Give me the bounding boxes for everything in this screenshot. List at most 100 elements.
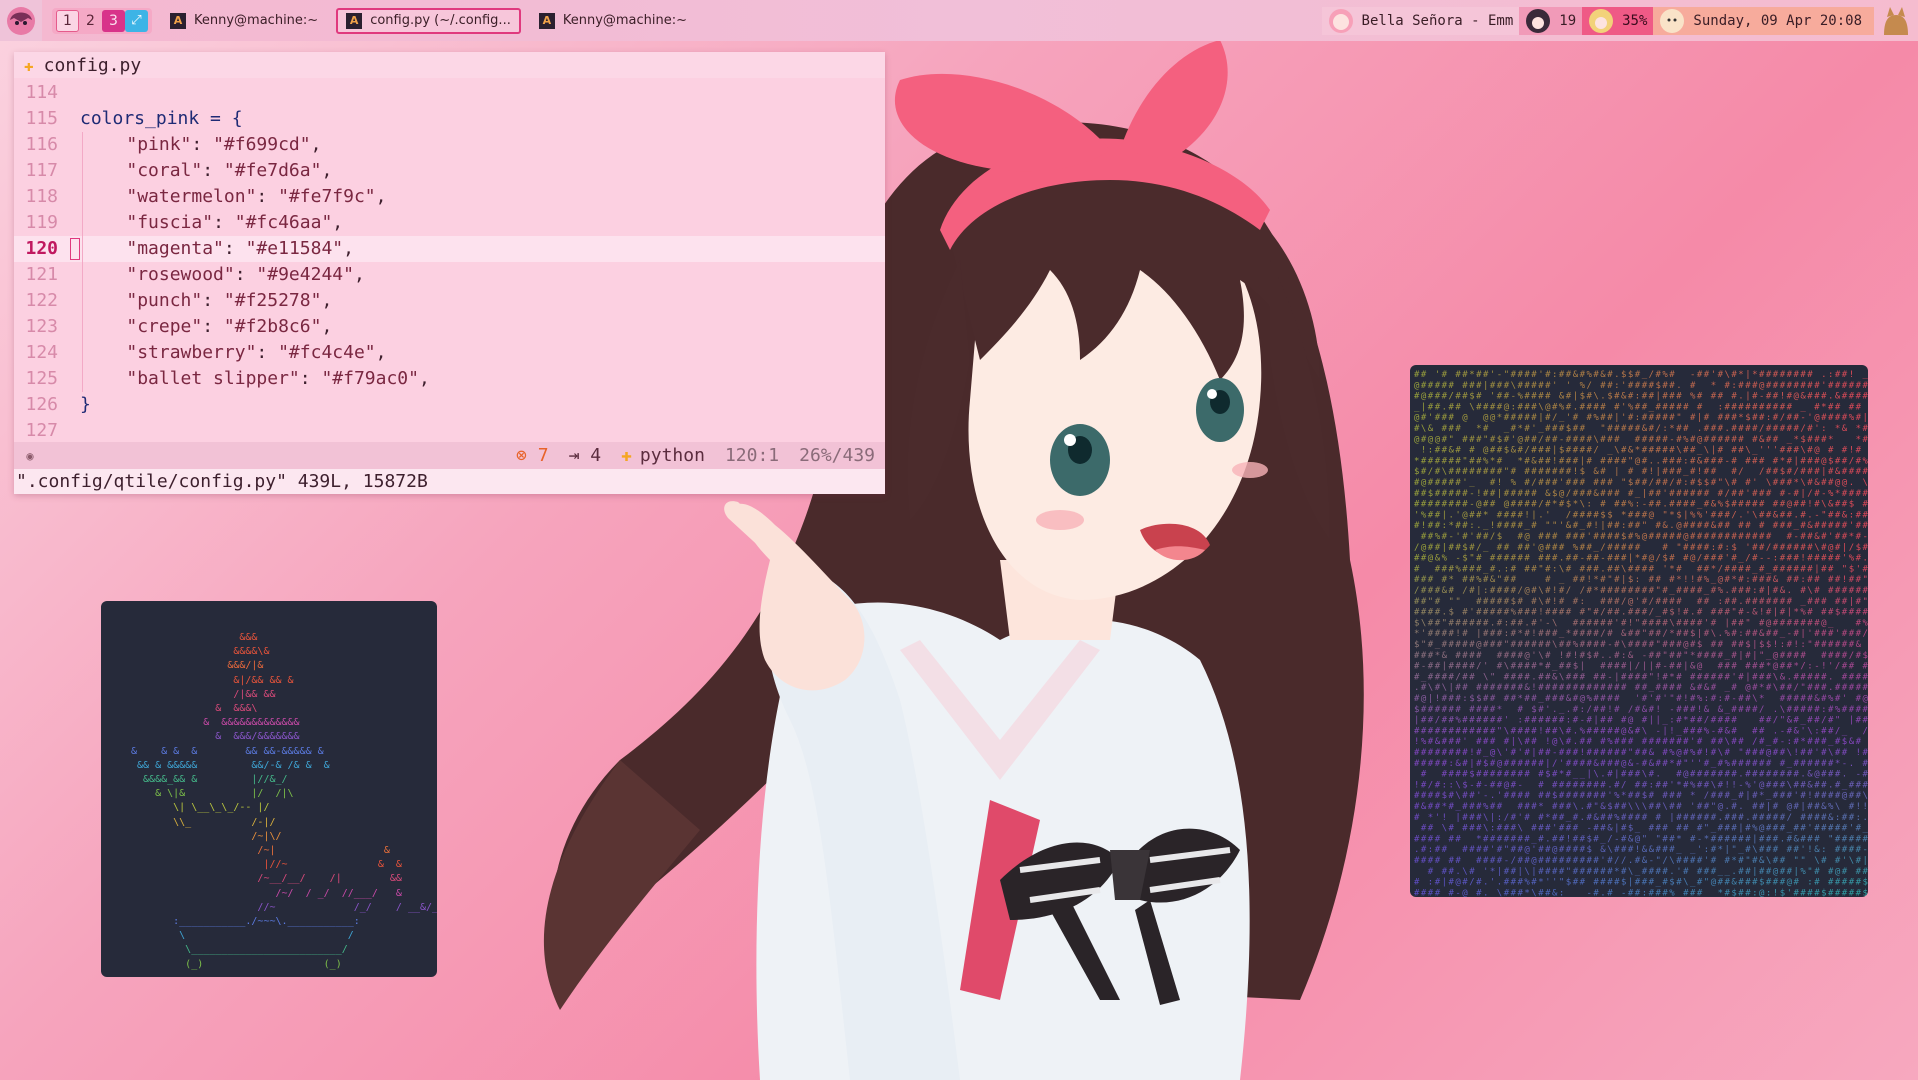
ascii-glyph: _ [1614, 888, 1620, 897]
ascii-glyph: ! [1593, 521, 1598, 531]
ascii-glyph: $ [1449, 608, 1454, 618]
ascii-glyph: | [1538, 413, 1543, 423]
ascii-glyph: # [1442, 500, 1448, 510]
ascii-glyph: # [1690, 640, 1696, 650]
ascii-glyph: # [1642, 608, 1648, 618]
ascii-glyph: \ [1511, 381, 1516, 391]
ascii-glyph: # [1614, 608, 1620, 618]
code-area[interactable]: 114 115 colors_pink = { 116 "pink": "#f6… [14, 78, 885, 444]
ascii-glyph: / [1600, 629, 1605, 639]
ascii-glyph: # [1649, 888, 1655, 897]
task-terminal-1[interactable]: A Kenny@machine:~ [162, 8, 326, 34]
ascii-glyph: # [1497, 651, 1503, 661]
ascii-glyph: # [1807, 759, 1813, 769]
editor-window[interactable]: ✚ config.py 114 115 colors_pink = { 116 … [14, 52, 885, 494]
ascii-glyph: ! [1414, 780, 1419, 790]
ascii-glyph: _ [1863, 370, 1869, 380]
ascii-glyph: / [1593, 446, 1598, 456]
ascii-line: &&& [131, 632, 258, 643]
ascii-glyph: # [1635, 370, 1641, 380]
ascii-glyph: # [1518, 770, 1524, 780]
group-1[interactable]: 1 [56, 9, 79, 32]
ascii-glyph: # [1483, 575, 1489, 585]
ascii-glyph: # [1642, 435, 1648, 445]
filetype[interactable]: ✚ python [611, 445, 715, 466]
ascii-glyph: ' [1759, 446, 1764, 456]
ascii-glyph: # [1787, 597, 1793, 607]
ascii-glyph: # [1642, 878, 1648, 888]
ascii-glyph: $ [1497, 532, 1502, 542]
ascii-glyph: | [1787, 608, 1792, 618]
group-2[interactable]: 2 [79, 10, 102, 32]
ascii-glyph: # [1573, 716, 1579, 726]
ascii-glyph: # [1766, 672, 1772, 682]
code-line: 115 colors_pink = { [14, 106, 885, 132]
ascii-glyph: # [1607, 770, 1613, 780]
ascii-glyph: # [1428, 759, 1434, 769]
task-terminal-2[interactable]: A Kenny@machine:~ [531, 8, 695, 34]
ascii-glyph: # [1428, 500, 1434, 510]
ascii-glyph: # [1607, 867, 1613, 877]
ascii-glyph: # [1856, 532, 1862, 542]
ascii-glyph: # [1731, 629, 1737, 639]
ascii-glyph: \ [1725, 737, 1730, 747]
group-3[interactable]: 3 [102, 9, 125, 32]
ascii-glyph: # [1649, 392, 1655, 402]
ascii-glyph: # [1842, 867, 1848, 877]
ascii-glyph: # [1856, 402, 1862, 412]
ascii-glyph: ' [1745, 543, 1750, 553]
diagnostics[interactable]: ⊗ 7 [506, 445, 559, 466]
dict-key: "punch" [126, 290, 203, 311]
terminal-ascii-portrait[interactable]: # # ' # # # * # # ' - " # # # # ' #: # # & #% # & #. $ $ # _ / #% # - # # '… [1410, 365, 1868, 897]
ascii-glyph: # [1614, 597, 1620, 607]
ascii-glyph: # [1814, 500, 1820, 510]
ascii-glyph: _ [1787, 824, 1793, 834]
ascii-glyph: # [1821, 726, 1827, 736]
ascii-glyph: # [1676, 683, 1682, 693]
editor-tab-title[interactable]: config.py [44, 55, 142, 76]
ascii-glyph: . [1483, 888, 1488, 897]
layout-max-icon[interactable]: ⤢ [125, 9, 148, 32]
ascii-glyph: - [1842, 759, 1847, 769]
command-line[interactable]: ".config/qtile/config.py" 439L, 15872B [14, 469, 885, 494]
ascii-glyph: # [1490, 446, 1496, 456]
ascii-glyph: # [1469, 716, 1475, 726]
ascii-glyph: % [1607, 737, 1613, 747]
ascii-glyph: ! [1421, 446, 1426, 456]
ascii-glyph: # [1849, 640, 1855, 650]
ascii-glyph: # [1780, 813, 1786, 823]
ascii-glyph: : [1442, 780, 1447, 790]
ascii-glyph: # [1676, 392, 1682, 402]
ascii-glyph: # [1656, 435, 1662, 445]
ascii-glyph: # [1752, 402, 1758, 412]
indent-info[interactable]: ⇥ 4 [559, 445, 612, 466]
ascii-glyph: # [1462, 651, 1468, 661]
ascii-glyph: _ [1718, 867, 1724, 877]
ascii-glyph: % [1800, 608, 1806, 618]
ascii-glyph: # [1421, 824, 1427, 834]
task-editor[interactable]: A config.py (~/.config... [336, 7, 521, 34]
music-widget[interactable]: Bella Señora - Emm [1321, 6, 1520, 35]
ascii-glyph: # [1511, 500, 1517, 510]
ascii-glyph: . [1573, 726, 1578, 736]
ascii-glyph: $ [1587, 651, 1592, 661]
launcher-avatar[interactable] [0, 0, 42, 41]
ascii-glyph: # [1814, 597, 1820, 607]
ascii-glyph: # [1614, 748, 1620, 758]
ascii-glyph: # [1656, 683, 1662, 693]
ascii-glyph: # [1669, 413, 1675, 423]
ascii-glyph: - [1759, 554, 1764, 564]
ascii-glyph: # [1580, 878, 1586, 888]
terminal-ascii-boat[interactable]: &&& &&&&\& &&&/|& &|/&& && & /|&& && & &… [101, 601, 437, 977]
ascii-glyph: # [1449, 672, 1455, 682]
ascii-glyph: # [1469, 564, 1475, 574]
ascii-glyph: # [1435, 478, 1441, 488]
ascii-glyph: ' [1649, 694, 1654, 704]
ascii-glyph: _ [1649, 402, 1655, 412]
ascii-glyph: / [1538, 435, 1543, 445]
ascii-glyph: # [1504, 586, 1510, 596]
ascii-glyph: | [1442, 878, 1447, 888]
ascii-glyph: # [1690, 381, 1696, 391]
ascii-glyph: # [1649, 435, 1655, 445]
updates-widget[interactable]: 19 [1519, 6, 1583, 35]
